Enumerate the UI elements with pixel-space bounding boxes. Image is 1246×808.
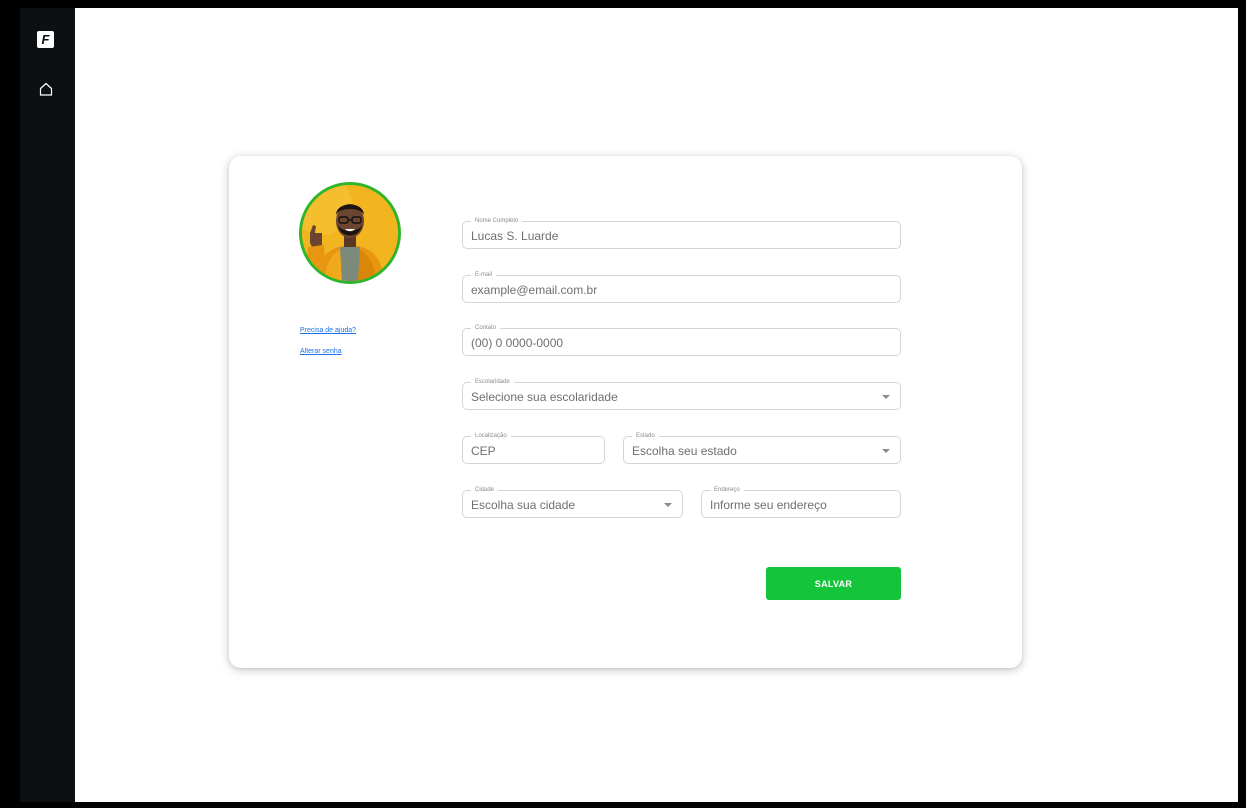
chevron-down-icon (882, 449, 890, 453)
home-icon[interactable] (38, 81, 54, 97)
state-select[interactable]: Estado Escolha seu estado (623, 432, 901, 464)
email-label: E-mail (471, 271, 497, 279)
app-logo[interactable]: F (37, 31, 54, 48)
phone-placeholder: (00) 0 0000-0000 (471, 336, 564, 350)
change-password-link[interactable]: Alterar senha (300, 348, 342, 355)
profile-photo (302, 185, 398, 281)
zip-code-field[interactable]: Localização CEP (462, 432, 605, 464)
city-select[interactable]: Cidade Escolha sua cidade (462, 486, 683, 518)
phone-label: Contato (471, 324, 501, 332)
state-label: Estado (632, 432, 659, 440)
chevron-down-icon (664, 503, 672, 507)
education-placeholder: Selecione sua escolaridade (471, 390, 618, 404)
zip-code-placeholder: CEP (471, 444, 496, 458)
location-label: Localização (471, 432, 511, 440)
email-field[interactable]: E-mail example@email.com.br (462, 271, 901, 303)
state-placeholder: Escolha seu estado (632, 444, 737, 458)
full-name-field[interactable]: Nome Completo Lucas S. Luarde (462, 217, 901, 249)
profile-card: Precisa de ajuda? Alterar senha Nome Com… (229, 156, 1022, 668)
full-name-value: Lucas S. Luarde (471, 229, 559, 243)
sidebar: F (20, 8, 75, 802)
chevron-down-icon (882, 395, 890, 399)
app-window: F Precisa de ajuda? Alterar senha Nome C… (20, 8, 1238, 802)
address-label: Endereço (710, 486, 744, 494)
save-button[interactable]: SALVAR (766, 567, 901, 600)
city-label: Cidade (471, 486, 499, 494)
avatar[interactable] (299, 182, 401, 284)
city-placeholder: Escolha sua cidade (471, 498, 576, 512)
education-label: Escolaridade (471, 378, 514, 386)
address-field[interactable]: Endereço Informe seu endereço (701, 486, 901, 518)
address-placeholder: Informe seu endereço (710, 498, 827, 512)
education-select[interactable]: Escolaridade Selecione sua escolaridade (462, 378, 901, 410)
email-placeholder: example@email.com.br (471, 283, 598, 297)
help-link[interactable]: Precisa de ajuda? (300, 327, 356, 334)
logo-letter: F (41, 32, 50, 47)
phone-field[interactable]: Contato (00) 0 0000-0000 (462, 324, 901, 356)
full-name-label: Nome Completo (471, 217, 523, 225)
